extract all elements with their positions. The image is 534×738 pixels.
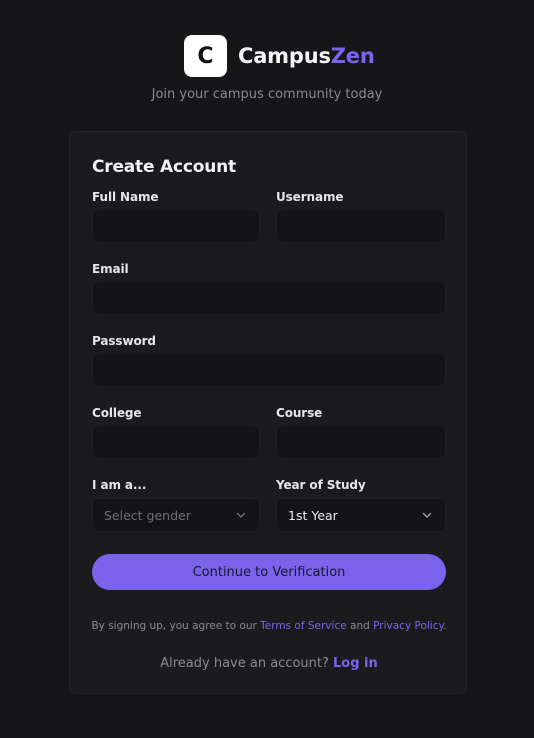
username-label: Username: [276, 190, 344, 204]
chevron-down-icon: [420, 508, 434, 522]
tagline: Join your campus community today: [151, 87, 383, 102]
brand-name-main: Campus: [238, 44, 331, 68]
login-prompt: Already have an account? Log in: [70, 656, 468, 671]
chevron-down-icon: [234, 508, 248, 522]
terms-prefix: By signing up, you agree to our: [91, 620, 261, 632]
login-prompt-text: Already have an account?: [160, 656, 334, 671]
full-name-input[interactable]: [92, 209, 260, 243]
college-input[interactable]: [92, 425, 260, 459]
brand-name: CampusZen: [238, 44, 375, 68]
brand: C CampusZen: [184, 35, 375, 77]
terms-and: and: [346, 620, 374, 632]
password-label: Password: [92, 334, 156, 348]
form-title: Create Account: [92, 157, 236, 177]
logo-letter: C: [197, 43, 214, 69]
gender-select[interactable]: Select gender: [92, 498, 260, 532]
full-name-label: Full Name: [92, 190, 159, 204]
email-label: Email: [92, 262, 129, 276]
year-label: Year of Study: [276, 478, 366, 492]
college-label: College: [92, 406, 142, 420]
gender-selected-value: Select gender: [104, 507, 191, 523]
log-in-link[interactable]: Log in: [333, 656, 378, 671]
signup-card: Create Account Full Name Username Email …: [69, 131, 467, 694]
password-input[interactable]: [92, 353, 446, 387]
terms-of-service-link[interactable]: Terms of Service: [260, 620, 347, 632]
year-select[interactable]: 1st Year: [276, 498, 446, 532]
email-input[interactable]: [92, 281, 446, 315]
continue-to-verification-button[interactable]: Continue to Verification: [92, 554, 446, 590]
username-input[interactable]: [276, 209, 446, 243]
terms-notice: By signing up, you agree to our Terms of…: [70, 620, 468, 632]
logo-icon: C: [184, 35, 227, 77]
terms-suffix: .: [443, 620, 447, 632]
course-label: Course: [276, 406, 323, 420]
gender-label: I am a...: [92, 478, 147, 492]
course-input[interactable]: [276, 425, 446, 459]
year-selected-value: 1st Year: [288, 507, 338, 523]
privacy-policy-link[interactable]: Privacy Policy: [373, 620, 443, 632]
brand-name-accent: Zen: [330, 44, 375, 68]
